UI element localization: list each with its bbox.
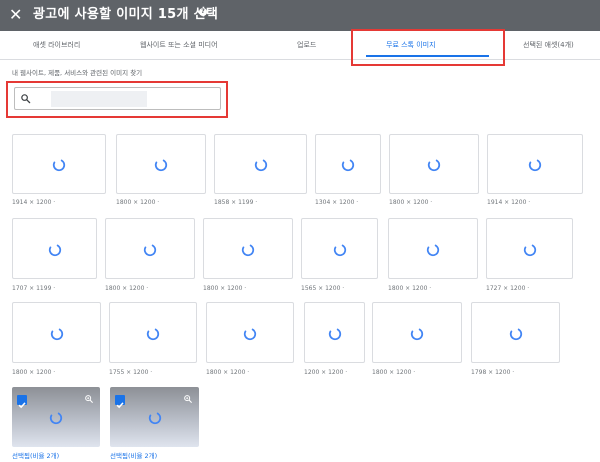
image-thumbnail[interactable] bbox=[105, 218, 195, 279]
image-dimensions: 1800 × 1200 · bbox=[116, 199, 160, 206]
loading-spinner-icon bbox=[410, 326, 424, 340]
close-icon[interactable]: ✕ bbox=[9, 5, 22, 25]
image-dimensions: 1755 × 1200 · bbox=[109, 369, 153, 376]
loading-spinner-icon bbox=[148, 410, 162, 425]
image-dimensions: 1707 × 1199 · bbox=[12, 285, 56, 292]
image-thumbnail[interactable] bbox=[203, 218, 293, 279]
image-thumbnail[interactable] bbox=[388, 218, 478, 279]
highlight-box-search bbox=[6, 81, 228, 118]
image-dimensions: 1914 × 1200 · bbox=[12, 199, 56, 206]
zoom-icon[interactable] bbox=[183, 394, 193, 404]
loading-spinner-icon bbox=[243, 326, 257, 340]
image-dimensions: 1858 × 1199 · bbox=[214, 199, 258, 206]
search-prompt: 내 웹사이트, 제품, 서비스와 관련된 이미지 찾기 bbox=[12, 69, 143, 77]
loading-spinner-icon bbox=[426, 242, 440, 256]
image-dimensions: 1800 × 1200 · bbox=[203, 285, 247, 292]
image-thumbnail[interactable] bbox=[109, 302, 197, 363]
image-dimensions: 1800 × 1200 · bbox=[389, 199, 433, 206]
loading-spinner-icon bbox=[49, 410, 63, 425]
zoom-icon[interactable] bbox=[84, 394, 94, 404]
loading-spinner-icon bbox=[154, 157, 168, 172]
dialog-title-bar: ✕ 광고에 사용할 이미지 15개 선택 ? bbox=[0, 0, 600, 31]
loading-spinner-icon bbox=[328, 326, 342, 340]
image-thumbnail[interactable] bbox=[372, 302, 462, 363]
image-dimensions: 1200 × 1200 · bbox=[304, 369, 348, 376]
selected-caption: 선택됨(비율 2개) bbox=[12, 452, 60, 460]
loading-spinner-icon bbox=[427, 157, 441, 172]
image-thumbnail[interactable] bbox=[12, 218, 97, 279]
dialog-title: 광고에 사용할 이미지 15개 선택 bbox=[33, 7, 219, 22]
image-dimensions: 1798 × 1200 · bbox=[471, 369, 515, 376]
image-thumbnail[interactable] bbox=[214, 134, 307, 194]
tab-upload[interactable]: 업로드 bbox=[297, 40, 316, 50]
selected-image-thumbnail[interactable] bbox=[110, 387, 199, 447]
tab-website-social[interactable]: 웹사이트 또는 소셜 미디어 bbox=[140, 40, 218, 50]
loading-spinner-icon bbox=[523, 242, 537, 256]
loading-spinner-icon bbox=[509, 326, 523, 340]
image-thumbnail[interactable] bbox=[206, 302, 294, 363]
image-dimensions: 1800 × 1200 · bbox=[372, 369, 416, 376]
loading-spinner-icon bbox=[341, 157, 355, 172]
loading-spinner-icon bbox=[48, 242, 62, 256]
loading-spinner-icon bbox=[254, 157, 268, 172]
image-dimensions: 1800 × 1200 · bbox=[206, 369, 250, 376]
image-dimensions: 1304 × 1200 · bbox=[315, 199, 359, 206]
image-thumbnail[interactable] bbox=[471, 302, 560, 363]
tab-asset-library[interactable]: 애셋 라이브러리 bbox=[33, 40, 80, 50]
image-dimensions: 1727 × 1200 · bbox=[486, 285, 530, 292]
image-dimensions: 1800 × 1200 · bbox=[388, 285, 432, 292]
tab-selected-assets[interactable]: 선택된 애셋(4개) bbox=[523, 40, 574, 50]
image-thumbnail[interactable] bbox=[12, 302, 101, 363]
image-thumbnail[interactable] bbox=[301, 218, 378, 279]
tab-bar: 애셋 라이브러리 웹사이트 또는 소셜 미디어 업로드 무료 스톡 이미지 선택… bbox=[0, 31, 600, 60]
highlight-box-stock-tab bbox=[351, 29, 505, 66]
image-dimensions: 1914 × 1200 · bbox=[487, 199, 531, 206]
help-icon[interactable]: ? bbox=[199, 8, 207, 16]
loading-spinner-icon bbox=[143, 242, 157, 256]
image-dimensions: 1565 × 1200 · bbox=[301, 285, 345, 292]
selected-caption: 선택됨(비율 2개) bbox=[110, 452, 158, 460]
loading-spinner-icon bbox=[528, 157, 542, 172]
image-thumbnail[interactable] bbox=[487, 134, 583, 194]
image-thumbnail[interactable] bbox=[304, 302, 365, 363]
image-thumbnail[interactable] bbox=[12, 134, 106, 194]
checkbox-checked-icon[interactable] bbox=[115, 395, 125, 409]
image-thumbnail[interactable] bbox=[486, 218, 573, 279]
image-thumbnail[interactable] bbox=[116, 134, 206, 194]
selected-image-thumbnail[interactable] bbox=[12, 387, 100, 447]
loading-spinner-icon bbox=[52, 157, 66, 172]
loading-spinner-icon bbox=[333, 242, 347, 256]
image-dimensions: 1800 × 1200 · bbox=[105, 285, 149, 292]
image-dimensions: 1800 × 1200 · bbox=[12, 369, 56, 376]
loading-spinner-icon bbox=[241, 242, 255, 256]
image-thumbnail[interactable] bbox=[315, 134, 381, 194]
loading-spinner-icon bbox=[146, 326, 160, 340]
loading-spinner-icon bbox=[50, 326, 64, 340]
checkbox-checked-icon[interactable] bbox=[17, 395, 27, 409]
image-thumbnail[interactable] bbox=[389, 134, 479, 194]
